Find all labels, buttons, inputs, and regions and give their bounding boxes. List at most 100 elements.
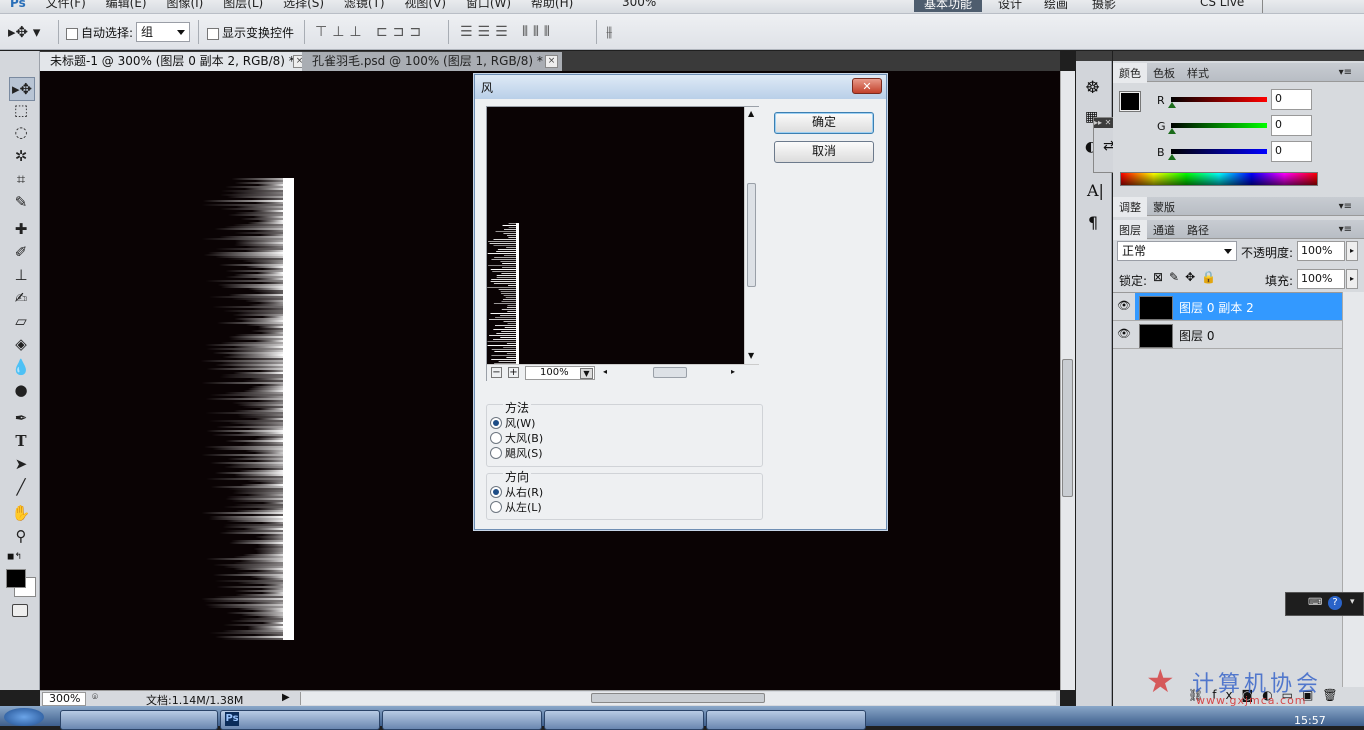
stamp-tool-icon[interactable]: ⊥ <box>9 264 33 286</box>
status-zoom-field[interactable]: 300% <box>42 692 86 706</box>
line-tool-icon[interactable]: ╱ <box>9 476 33 498</box>
radio-wind[interactable] <box>490 417 502 429</box>
panel-menu-icon[interactable]: ▾≡ <box>1333 199 1358 214</box>
workspace-essentials[interactable]: 基本功能 <box>914 0 983 12</box>
menu-file[interactable]: 文件(F) <box>46 0 86 11</box>
vertical-scrollbar[interactable] <box>1060 71 1075 690</box>
blur-tool-icon[interactable]: 💧 <box>9 356 33 378</box>
auto-align-icon[interactable]: ⫵ <box>606 24 617 40</box>
menu-select[interactable]: 选择(S) <box>283 0 324 11</box>
preview-vertical-scrollbar[interactable]: ▲ ▼ <box>744 107 759 364</box>
cancel-button[interactable]: 取消 <box>774 141 874 163</box>
paragraph-icon[interactable]: ¶ <box>1088 213 1098 232</box>
layer-row[interactable]: 👁 图层 0 <box>1113 321 1342 349</box>
g-slider[interactable] <box>1171 123 1267 128</box>
b-value-field[interactable]: 0 <box>1271 141 1312 162</box>
scroll-right-icon[interactable]: ▸ <box>731 367 735 376</box>
workspace-painting[interactable]: 绘画 <box>1034 0 1078 12</box>
g-slider-handle[interactable] <box>1168 128 1176 134</box>
tab-peacock-feather[interactable]: 孔雀羽毛.psd @ 100% (图层 1, RGB/8) * × <box>302 52 562 71</box>
tab-channels[interactable]: 通道 <box>1147 220 1181 240</box>
pen-tool-icon[interactable]: ✒ <box>9 407 33 429</box>
crop-tool-icon[interactable]: ⌗ <box>9 168 33 190</box>
eye-icon[interactable]: 👁 <box>1117 327 1131 341</box>
b-slider-handle[interactable] <box>1168 154 1176 160</box>
cs-live-button[interactable]: CS Live <box>1190 0 1254 12</box>
healing-brush-tool-icon[interactable]: ✚ <box>9 218 33 240</box>
scroll-left-icon[interactable]: ◂ <box>603 367 607 376</box>
status-menu-arrow-icon[interactable]: ▶ <box>282 692 290 703</box>
horizontal-scrollbar[interactable] <box>300 692 1056 705</box>
tab-swatches[interactable]: 色板 <box>1147 63 1181 83</box>
hand-tool-icon[interactable]: ✋ <box>9 502 33 524</box>
path-selection-tool-icon[interactable]: ➤ <box>9 453 33 475</box>
menu-window[interactable]: 窗口(W) <box>466 0 511 11</box>
zoom-in-button[interactable]: + <box>508 367 519 378</box>
start-orb-icon[interactable] <box>4 708 44 726</box>
language-bar-menu-icon[interactable]: ▾ <box>1350 597 1355 607</box>
tab-untitled-1[interactable]: 未标题-1 @ 300% (图层 0 副本 2, RGB/8) * × <box>40 52 310 71</box>
dodge-tool-icon[interactable]: ● <box>9 379 33 401</box>
opacity-arrow-icon[interactable]: ▸ <box>1346 241 1358 261</box>
horizontal-scroll-thumb[interactable] <box>591 693 765 703</box>
tab-styles[interactable]: 样式 <box>1181 63 1215 83</box>
vertical-scroll-thumb[interactable] <box>1062 359 1073 497</box>
status-camera-icon[interactable]: ⌾ <box>92 692 98 703</box>
opacity-field[interactable]: 100% <box>1297 241 1345 261</box>
show-transform-checkbox[interactable] <box>207 27 219 40</box>
taskbar-word[interactable] <box>382 710 542 730</box>
taskbar-app-5[interactable] <box>706 710 866 730</box>
character-icon[interactable]: A| <box>1087 181 1104 200</box>
panel-menu-icon[interactable]: ▾≡ <box>1333 222 1358 237</box>
b-slider[interactable] <box>1171 149 1267 154</box>
menu-image[interactable]: 图像(I) <box>166 0 203 11</box>
quick-mask-icon[interactable] <box>12 604 28 617</box>
keyboard-icon[interactable]: ⌨ <box>1308 597 1322 608</box>
scroll-up-icon[interactable]: ▲ <box>748 109 754 118</box>
scroll-down-icon[interactable]: ▼ <box>748 351 754 360</box>
align-buttons-icon[interactable]: ⊤⊥⊥ ⊏⊐⊐ <box>315 24 426 40</box>
eraser-tool-icon[interactable]: ▱ <box>9 310 33 332</box>
brush-tool-icon[interactable]: ✐ <box>9 241 33 263</box>
paint-bucket-tool-icon[interactable]: ◈ <box>9 333 33 355</box>
navigator-icon[interactable]: ☸ <box>1085 78 1100 98</box>
tab-paths[interactable]: 路径 <box>1181 220 1215 240</box>
r-slider[interactable] <box>1171 97 1267 102</box>
auto-select-dropdown[interactable]: 组 <box>136 22 190 42</box>
eye-icon[interactable]: 👁 <box>1117 299 1131 313</box>
distribute-buttons-icon[interactable]: ☰☰☰ ⫴⫴⫴ <box>460 24 555 40</box>
preview-hscroll-thumb[interactable] <box>653 367 687 378</box>
foreground-color-swatch[interactable] <box>6 569 26 588</box>
zoom-level-menu[interactable]: 300% <box>612 0 666 12</box>
zoom-tool-icon[interactable]: ⚲ <box>9 525 33 547</box>
type-tool-icon[interactable]: T <box>9 430 33 452</box>
ok-button[interactable]: 确定 <box>774 112 874 134</box>
workspace-design[interactable]: 设计 <box>988 0 1032 12</box>
fill-field[interactable]: 100% <box>1297 269 1345 289</box>
window-controls[interactable] <box>1262 0 1364 13</box>
tab-masks[interactable]: 蒙版 <box>1147 197 1181 217</box>
tab-color[interactable]: 颜色 <box>1113 63 1147 83</box>
eyedropper-tool-icon[interactable]: ✎ <box>9 191 33 213</box>
menu-edit[interactable]: 编辑(E) <box>106 0 147 11</box>
r-slider-handle[interactable] <box>1168 102 1176 108</box>
auto-select-checkbox[interactable] <box>66 27 78 40</box>
menu-help[interactable]: 帮助(H) <box>531 0 573 11</box>
chevron-down-icon[interactable]: ▼ <box>580 368 593 379</box>
marquee-tool-icon[interactable]: ⬚ <box>9 99 33 121</box>
language-bar[interactable]: ⌨ ? ▾ <box>1285 592 1364 616</box>
taskbar-app-1[interactable] <box>60 710 218 730</box>
taskbar-app-4[interactable] <box>544 710 704 730</box>
lasso-tool-icon[interactable]: ◌ <box>9 121 33 143</box>
magic-wand-tool-icon[interactable]: ✲ <box>9 145 33 167</box>
color-spectrum-bar[interactable] <box>1120 172 1318 186</box>
close-icon[interactable]: × <box>545 55 558 68</box>
menu-layer[interactable]: 图层(L) <box>223 0 263 11</box>
g-value-field[interactable]: 0 <box>1271 115 1312 136</box>
default-colors-icon[interactable]: ◼↰ <box>7 552 22 562</box>
tab-adjustments[interactable]: 调整 <box>1113 197 1147 217</box>
tab-layers[interactable]: 图层 <box>1113 220 1147 240</box>
help-icon[interactable]: ? <box>1328 596 1342 610</box>
history-brush-tool-icon[interactable]: ✍ <box>9 287 33 309</box>
move-tool-icon[interactable]: ▸✥ <box>9 77 35 101</box>
